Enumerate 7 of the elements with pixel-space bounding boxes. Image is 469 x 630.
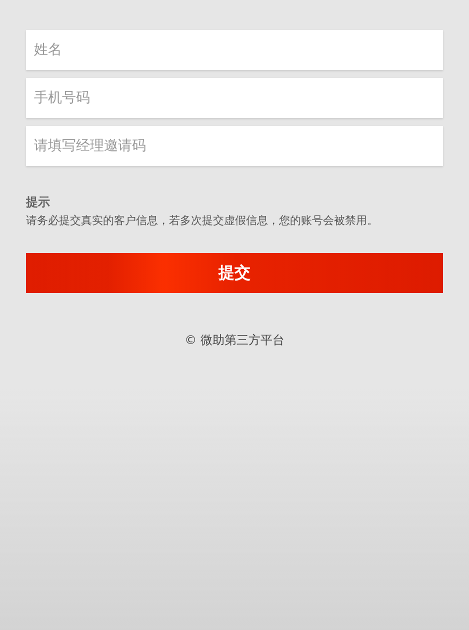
input-field[interactable]: 请填写经理邀请码 [26, 126, 443, 166]
notice-text: 请务必提交真实的客户信息，若多次提交虚假信息，您的账号会被禁用。 [26, 213, 379, 229]
notice-title: 提示 [26, 194, 51, 211]
footer-text: © 微助第三方平台 [184, 332, 286, 348]
input-field[interactable]: 手机号码 [26, 78, 443, 118]
submit-button[interactable]: 提交 [26, 252, 443, 292]
input-field[interactable]: 姓名 [26, 30, 443, 70]
